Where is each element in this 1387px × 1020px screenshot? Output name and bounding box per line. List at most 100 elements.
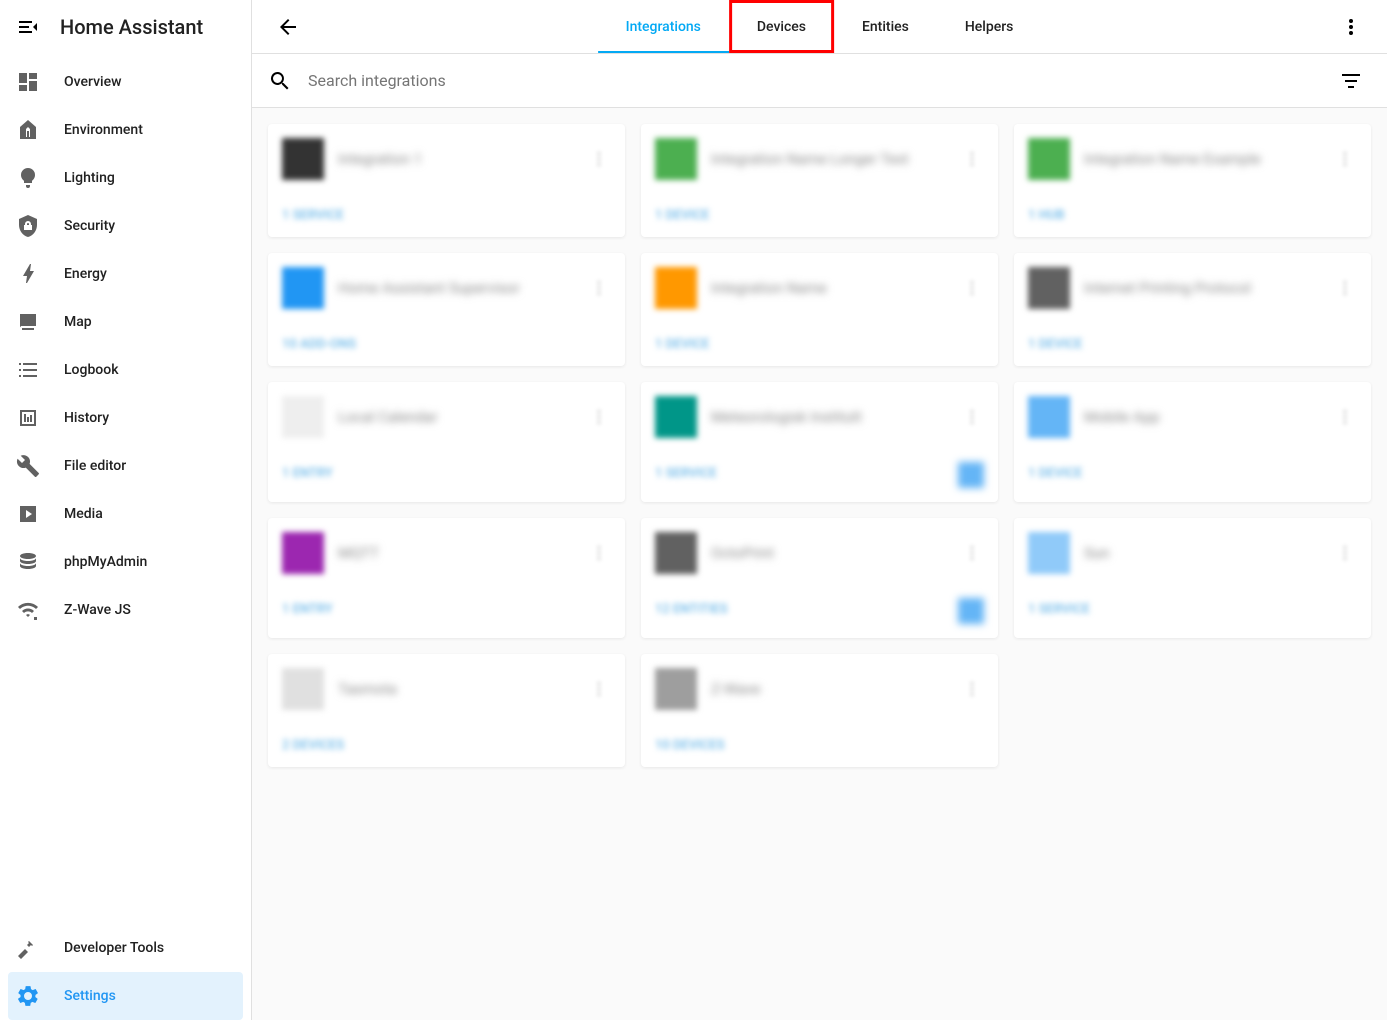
card-link[interactable]: 12 ENTITIES <box>655 602 728 617</box>
card-menu-icon[interactable]: ⋮ <box>591 679 611 699</box>
integration-logo <box>282 668 324 710</box>
overflow-menu-button[interactable] <box>1331 7 1371 47</box>
card-menu-icon[interactable]: ⋮ <box>1337 407 1357 427</box>
integration-card[interactable]: Integration Name Example ⋮ 1 HUB <box>1014 124 1371 237</box>
map-icon <box>16 310 40 334</box>
sidebar-item-map[interactable]: Map <box>0 298 251 346</box>
card-badge-icon <box>958 598 984 624</box>
card-menu-icon[interactable]: ⋮ <box>964 679 984 699</box>
sidebar-item-environment[interactable]: Environment <box>0 106 251 154</box>
integration-logo <box>282 532 324 574</box>
wrench-icon <box>16 454 40 478</box>
card-menu-icon[interactable]: ⋮ <box>591 149 611 169</box>
sidebar-item-settings[interactable]: Settings <box>8 972 243 1020</box>
tab-devices[interactable]: Devices <box>729 0 834 53</box>
card-header: Integration 1 ⋮ <box>268 124 625 194</box>
integration-card[interactable]: Sun ⋮ 1 SERVICE <box>1014 518 1371 638</box>
sidebar-item-zwave[interactable]: Z-Wave JS <box>0 586 251 634</box>
integration-title: Meteorologisk Institutt <box>711 408 964 426</box>
thermometer-icon <box>16 118 40 142</box>
card-link[interactable]: 10 DEVICES <box>655 738 725 753</box>
card-link[interactable]: 1 SERVICE <box>282 208 344 223</box>
card-header: Mobile App ⋮ <box>1014 382 1371 452</box>
tab-helpers[interactable]: Helpers <box>937 0 1042 53</box>
integration-title: Home Assistant Supervisor <box>338 279 591 297</box>
integration-card[interactable]: Local Calendar ⋮ 1 ENTRY <box>268 382 625 502</box>
card-menu-icon[interactable]: ⋮ <box>1337 278 1357 298</box>
card-link[interactable]: 10 ADD-ONS <box>282 337 356 352</box>
integration-card[interactable]: Z-Wave ⋮ 10 DEVICES <box>641 654 998 767</box>
sidebar-item-overview[interactable]: Overview <box>0 58 251 106</box>
card-footer: 10 DEVICES <box>641 724 998 767</box>
integration-logo <box>1028 138 1070 180</box>
card-link[interactable]: 1 DEVICE <box>1028 337 1082 352</box>
integration-title: Integration Name Example <box>1084 150 1337 168</box>
integration-card[interactable]: Internet Printing Protocol ⋮ 1 DEVICE <box>1014 253 1371 366</box>
card-header: Home Assistant Supervisor ⋮ <box>268 253 625 323</box>
media-icon <box>16 502 40 526</box>
integration-card[interactable]: Home Assistant Supervisor ⋮ 10 ADD-ONS <box>268 253 625 366</box>
dashboard-icon <box>16 70 40 94</box>
card-menu-icon[interactable]: ⋮ <box>964 407 984 427</box>
cog-icon <box>16 984 40 1008</box>
card-link[interactable]: 1 ENTRY <box>282 466 333 481</box>
card-menu-icon[interactable]: ⋮ <box>591 543 611 563</box>
integration-logo <box>1028 396 1070 438</box>
card-footer: 1 SERVICE <box>641 452 998 502</box>
back-button[interactable] <box>268 7 308 47</box>
card-link[interactable]: 1 DEVICE <box>655 337 709 352</box>
card-link[interactable]: 1 DEVICE <box>1028 466 1082 481</box>
card-link[interactable]: 2 DEVICES <box>282 738 344 753</box>
integration-card[interactable]: Integration Name Longer Text ⋮ 1 DEVICE <box>641 124 998 237</box>
filter-button[interactable] <box>1331 61 1371 101</box>
integration-card[interactable]: Meteorologisk Institutt ⋮ 1 SERVICE <box>641 382 998 502</box>
menu-toggle-button[interactable] <box>16 15 40 39</box>
integration-title: Tasmota <box>338 680 591 698</box>
sidebar-item-lighting[interactable]: Lighting <box>0 154 251 202</box>
lightbulb-icon <box>16 166 40 190</box>
card-menu-icon[interactable]: ⋮ <box>964 278 984 298</box>
card-header: Integration Name ⋮ <box>641 253 998 323</box>
integration-title: Local Calendar <box>338 408 591 426</box>
integration-card[interactable]: Integration 1 ⋮ 1 SERVICE <box>268 124 625 237</box>
card-footer: 1 ENTRY <box>268 588 625 631</box>
search-bar <box>252 54 1387 108</box>
card-header: Tasmota ⋮ <box>268 654 625 724</box>
integration-card[interactable]: Tasmota ⋮ 2 DEVICES <box>268 654 625 767</box>
card-link[interactable]: 1 SERVICE <box>1028 602 1090 617</box>
app-title: Home Assistant <box>60 15 203 39</box>
card-link[interactable]: 1 SERVICE <box>655 466 717 481</box>
card-header: Integration Name Longer Text ⋮ <box>641 124 998 194</box>
card-menu-icon[interactable]: ⋮ <box>1337 543 1357 563</box>
sidebar-item-file-editor[interactable]: File editor <box>0 442 251 490</box>
sidebar-item-security[interactable]: Security <box>0 202 251 250</box>
tab-integrations[interactable]: Integrations <box>598 0 729 53</box>
sidebar-item-phpmyadmin[interactable]: phpMyAdmin <box>0 538 251 586</box>
card-footer: 1 DEVICE <box>641 323 998 366</box>
integration-card[interactable]: Mobile App ⋮ 1 DEVICE <box>1014 382 1371 502</box>
integration-logo <box>655 267 697 309</box>
search-input[interactable] <box>308 71 1331 90</box>
sidebar: Home Assistant Overview Environment Ligh… <box>0 0 252 1020</box>
integration-title: Mobile App <box>1084 408 1337 426</box>
sidebar-item-history[interactable]: History <box>0 394 251 442</box>
integration-logo <box>282 267 324 309</box>
card-link[interactable]: 1 ENTRY <box>282 602 333 617</box>
tab-entities[interactable]: Entities <box>834 0 937 53</box>
main-content: Integrations Devices Entities Helpers In… <box>252 0 1387 1020</box>
integration-card[interactable]: OctoPrint ⋮ 12 ENTITIES <box>641 518 998 638</box>
integration-card[interactable]: Integration Name ⋮ 1 DEVICE <box>641 253 998 366</box>
card-link[interactable]: 1 HUB <box>1028 208 1065 223</box>
card-menu-icon[interactable]: ⋮ <box>964 149 984 169</box>
sidebar-item-media[interactable]: Media <box>0 490 251 538</box>
card-footer: 1 DEVICE <box>641 194 998 237</box>
card-menu-icon[interactable]: ⋮ <box>591 278 611 298</box>
card-menu-icon[interactable]: ⋮ <box>1337 149 1357 169</box>
card-menu-icon[interactable]: ⋮ <box>591 407 611 427</box>
card-link[interactable]: 1 DEVICE <box>655 208 709 223</box>
card-menu-icon[interactable]: ⋮ <box>964 543 984 563</box>
sidebar-item-developer-tools[interactable]: Developer Tools <box>0 924 251 972</box>
sidebar-item-logbook[interactable]: Logbook <box>0 346 251 394</box>
integration-card[interactable]: MQTT ⋮ 1 ENTRY <box>268 518 625 638</box>
sidebar-item-energy[interactable]: Energy <box>0 250 251 298</box>
